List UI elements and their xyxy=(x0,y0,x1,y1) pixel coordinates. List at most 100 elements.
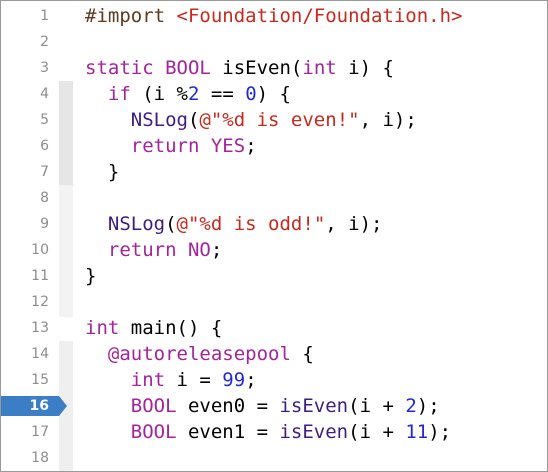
code-line[interactable]: 16 BOOL even0 = isEven(i + 2); xyxy=(1,393,547,419)
code-token-pre: #import xyxy=(85,5,177,27)
line-number: 1 xyxy=(40,8,49,24)
code-line[interactable]: 7 } xyxy=(1,159,547,185)
line-code: BOOL even1 = isEven(i + 11); xyxy=(85,419,451,445)
code-token-plain: , i); xyxy=(325,213,383,235)
line-number: 6 xyxy=(40,138,49,154)
line-number: 5 xyxy=(40,112,49,128)
line-number: 9 xyxy=(40,216,49,232)
line-code: BOOL even0 = isEven(i + 2); xyxy=(85,393,440,419)
line-number: 11 xyxy=(31,268,49,284)
line-number: 4 xyxy=(40,86,49,102)
code-line[interactable]: 13 int main() { xyxy=(1,315,547,341)
code-line[interactable]: 9 NSLog(@"%d is odd!", i); xyxy=(1,211,547,237)
code-line[interactable]: 12 xyxy=(1,289,547,315)
code-token-kw: YES xyxy=(210,135,246,157)
line-number: 13 xyxy=(31,320,49,336)
code-token-str: <Foundation/Foundation.h> xyxy=(176,5,463,27)
code-line[interactable]: 3 static BOOL isEven(int i) { xyxy=(1,55,547,81)
line-code: if (i %2 == 0) { xyxy=(85,81,291,107)
code-editor[interactable]: 1 #import <Foundation/Foundation.h> 2 3 stat… xyxy=(0,0,548,472)
line-code: } xyxy=(85,159,119,185)
line-code: NSLog(@"%d is odd!", i); xyxy=(85,211,383,237)
code-line[interactable]: 5 NSLog(@"%d is even!", i); xyxy=(1,107,547,133)
code-token-str: @"%d is odd!" xyxy=(176,213,326,235)
code-token-plain: (i + xyxy=(348,421,406,443)
code-token-kw: return xyxy=(107,239,177,261)
line-number: 16 xyxy=(29,398,49,414)
code-token-plain: ) { xyxy=(256,83,291,105)
line-number: 18 xyxy=(31,450,49,466)
code-token-plain: } xyxy=(85,265,97,287)
code-line[interactable]: 17 BOOL even1 = isEven(i + 11); xyxy=(1,419,547,445)
line-code: #import <Foundation/Foundation.h> xyxy=(85,3,463,29)
line-code: NSLog(@"%d is even!", i); xyxy=(85,107,417,133)
line-code: } xyxy=(85,263,96,289)
line-code: @autoreleasepool { xyxy=(85,341,314,367)
line-number: 12 xyxy=(31,294,49,310)
code-token-plain: ; xyxy=(245,369,257,391)
code-token-kw: int xyxy=(302,57,337,79)
code-token-num: 99 xyxy=(222,369,246,391)
line-number: 10 xyxy=(31,242,49,258)
line-code: static BOOL isEven(int i) { xyxy=(85,55,394,81)
line-code: int main() { xyxy=(85,315,222,341)
code-token-plain: ( xyxy=(165,213,177,235)
code-token-num: 11 xyxy=(405,421,429,443)
code-token-num: 2 xyxy=(187,83,200,105)
code-token-fn: isEven xyxy=(279,395,349,417)
code-token-kw: if xyxy=(107,83,131,105)
line-number: 3 xyxy=(40,60,49,76)
code-token-plain: , i); xyxy=(359,109,417,131)
code-token-plain: ); xyxy=(416,395,440,417)
line-number: 15 xyxy=(31,372,49,388)
code-token-num: 0 xyxy=(245,83,257,105)
code-token-plain: even0 = xyxy=(176,395,280,417)
code-token-kw: return xyxy=(130,135,200,157)
code-token-fn: isEven xyxy=(279,421,349,443)
code-token-plain: ( xyxy=(187,109,200,131)
code-line[interactable]: 1 #import <Foundation/Foundation.h> xyxy=(1,3,547,29)
code-token-fn: NSLog xyxy=(107,213,166,235)
code-line[interactable]: 14 @autoreleasepool { xyxy=(1,341,547,367)
code-token-kw: static xyxy=(85,57,154,79)
code-token-plain: main() { xyxy=(119,317,223,339)
code-token-plain: isEven( xyxy=(210,57,303,79)
code-token-num: 2 xyxy=(405,395,417,417)
line-code: int i = 99; xyxy=(85,367,257,393)
line-code: return YES; xyxy=(85,133,257,159)
code-lines: 1 #import <Foundation/Foundation.h> 2 3 stat… xyxy=(1,3,547,471)
code-line[interactable]: 6 return YES; xyxy=(1,133,547,159)
code-token-kw: BOOL xyxy=(165,57,211,79)
code-line[interactable]: 11} xyxy=(1,263,547,289)
code-token-kw: @autoreleasepool xyxy=(107,343,291,365)
code-token-kw: int xyxy=(130,369,166,391)
code-line[interactable]: 10 return NO; xyxy=(1,237,547,263)
code-line[interactable]: 8 xyxy=(1,185,547,211)
code-token-plain: even1 = xyxy=(176,421,280,443)
code-line[interactable]: 4 if (i %2 == 0) { xyxy=(1,81,547,107)
code-token-plain: ); xyxy=(428,421,452,443)
line-number: 8 xyxy=(40,190,49,206)
code-token-kw: int xyxy=(85,317,120,339)
code-token-str: @"%d is even!" xyxy=(199,109,360,131)
code-token-fn: NSLog xyxy=(130,109,188,131)
code-line[interactable]: 15 int i = 99; xyxy=(1,367,547,393)
code-token-plain: i) { xyxy=(336,57,394,79)
code-line[interactable]: 2 xyxy=(1,29,547,55)
line-number: 7 xyxy=(40,164,49,180)
line-number: 14 xyxy=(31,346,49,362)
code-token-plain: ; xyxy=(210,239,223,261)
code-line[interactable]: 18 xyxy=(1,445,547,471)
code-token-plain: } xyxy=(85,161,120,183)
